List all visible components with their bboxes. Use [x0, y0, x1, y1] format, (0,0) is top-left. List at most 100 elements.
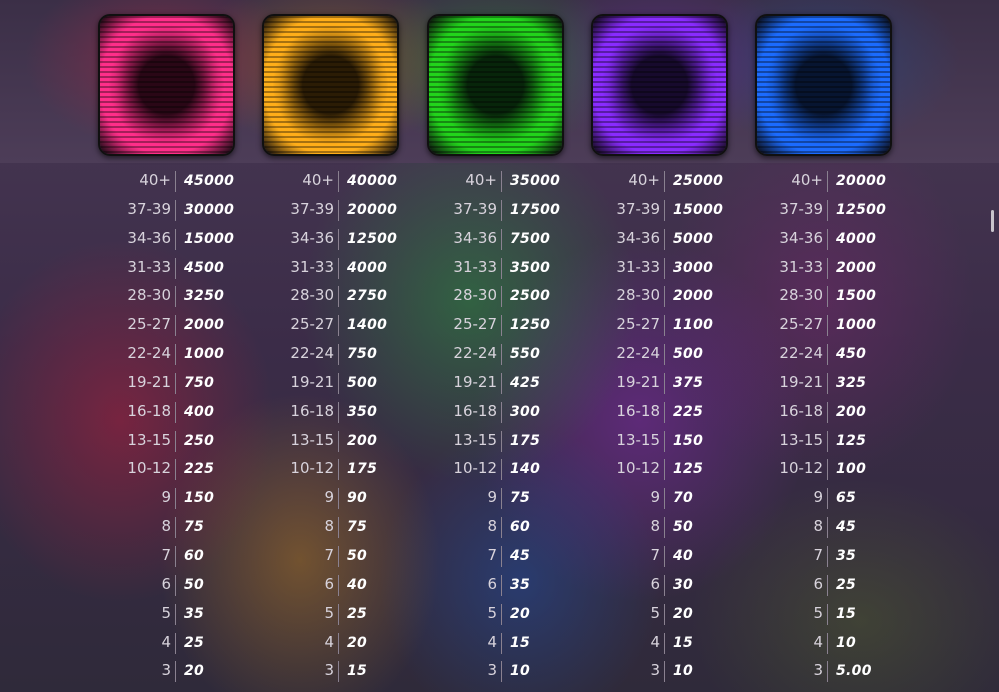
- paytable-row: 31-33 2000: [779, 255, 929, 284]
- column-divider: [827, 430, 828, 452]
- column-divider: [664, 430, 665, 452]
- paytable-row: 5 20: [463, 601, 603, 630]
- cluster-size-label: 7: [161, 545, 171, 564]
- paytable-row: 37-39 15000: [616, 197, 766, 226]
- payout-value: 60: [184, 547, 205, 564]
- cluster-size-label: 22-24: [453, 344, 497, 363]
- paytable-row: 22-24 550: [453, 341, 603, 370]
- column-divider: [501, 661, 502, 683]
- cluster-size-label: 37-39: [290, 199, 334, 218]
- paytable-row: 25-27 1250: [453, 312, 603, 341]
- column-divider: [827, 199, 828, 221]
- column-divider: [338, 199, 339, 221]
- payout-value: 400: [184, 403, 215, 420]
- payout-value: 25000: [673, 173, 724, 189]
- payout-value: 175: [347, 461, 378, 478]
- column-divider: [338, 344, 339, 366]
- paytable-row: 34-36 15000: [127, 226, 277, 255]
- column-divider: [175, 517, 176, 539]
- payout-value: 500: [347, 374, 378, 391]
- column-divider: [501, 603, 502, 625]
- payout-value: 750: [347, 346, 378, 363]
- column-divider: [664, 488, 665, 510]
- payout-value: 75: [347, 519, 368, 536]
- column-divider: [664, 603, 665, 625]
- payout-value: 4000: [836, 230, 877, 247]
- cluster-size-label: 10-12: [616, 459, 660, 478]
- payout-value: 20: [510, 605, 531, 622]
- payout-value: 20: [347, 634, 368, 651]
- cluster-size-label: 34-36: [127, 228, 171, 247]
- paytable-row: 10-12 100: [779, 456, 929, 485]
- cluster-size-label: 19-21: [127, 372, 171, 391]
- paytable-row: 8 75: [137, 514, 277, 543]
- column-divider: [827, 574, 828, 596]
- column-divider: [338, 603, 339, 625]
- payout-value: 4000: [347, 259, 388, 276]
- paytable-row: 3 15: [300, 658, 440, 687]
- paytable-row: 7 40: [626, 543, 766, 572]
- paytable-row: 16-18 400: [127, 399, 277, 428]
- payout-value: 15000: [184, 230, 235, 247]
- payout-value: 2500: [510, 288, 551, 305]
- cluster-size-label: 7: [487, 545, 497, 564]
- column-divider: [664, 632, 665, 654]
- column-divider: [175, 661, 176, 683]
- payout-value: 125: [836, 432, 867, 449]
- paytable-row: 37-39 20000: [290, 197, 440, 226]
- cluster-size-label: 40+: [791, 171, 823, 189]
- payout-value: 30000: [184, 201, 235, 218]
- column-divider: [664, 315, 665, 337]
- paytable-row: 9 150: [137, 485, 277, 514]
- cluster-size-label: 6: [650, 574, 660, 593]
- paytable-row: 19-21 425: [453, 370, 603, 399]
- column-divider: [338, 401, 339, 423]
- paytable-row: 31-33 4500: [127, 255, 277, 284]
- payout-value: 150: [184, 490, 215, 507]
- column-divider: [827, 488, 828, 510]
- payout-value: 75: [510, 490, 531, 507]
- cluster-size-label: 34-36: [453, 228, 497, 247]
- column-divider: [501, 430, 502, 452]
- cluster-size-label: 16-18: [453, 401, 497, 420]
- payout-value: 12500: [836, 201, 887, 218]
- cluster-size-label: 16-18: [127, 401, 171, 420]
- payout-value: 2000: [673, 288, 714, 305]
- cluster-size-label: 5: [324, 603, 334, 622]
- payout-value: 200: [836, 403, 867, 420]
- paytable-row: 3 10: [626, 658, 766, 687]
- paytable-row: 4 20: [300, 630, 440, 659]
- column-divider: [175, 199, 176, 221]
- cluster-size-label: 4: [650, 632, 660, 651]
- paytable-row: 31-33 3500: [453, 255, 603, 284]
- cluster-size-label: 25-27: [453, 315, 497, 334]
- column-divider: [664, 661, 665, 683]
- paytable-row: 22-24 750: [290, 341, 440, 370]
- payout-value: 1000: [836, 317, 877, 334]
- payout-value: 12500: [347, 230, 398, 247]
- paytable-row: 5 35: [137, 601, 277, 630]
- scrollbar-thumb[interactable]: [991, 210, 994, 232]
- paytable-row: 8 75: [300, 514, 440, 543]
- payout-value: 2000: [184, 317, 225, 334]
- paytable-row: 4 25: [137, 630, 277, 659]
- paytable-row: 9 70: [626, 485, 766, 514]
- column-divider: [501, 199, 502, 221]
- cluster-size-label: 8: [161, 517, 171, 536]
- cluster-size-label: 4: [813, 632, 823, 651]
- column-divider: [175, 574, 176, 596]
- paytable-row: 16-18 300: [453, 399, 603, 428]
- paytable-row: 28-30 2750: [290, 283, 440, 312]
- paytable-row: 19-21 750: [127, 370, 277, 399]
- column-divider: [501, 459, 502, 481]
- cluster-size-label: 34-36: [616, 228, 660, 247]
- paytable-row: 34-36 7500: [453, 226, 603, 255]
- cluster-size-label: 8: [813, 517, 823, 536]
- paytable-row: 6 35: [463, 572, 603, 601]
- cluster-size-label: 25-27: [616, 315, 660, 334]
- cluster-size-label: 34-36: [779, 228, 823, 247]
- column-divider: [827, 459, 828, 481]
- paytable-column-orange: 40+ 40000 37-39 20000 34-36 12500 31-33 4000 28-…: [290, 168, 440, 687]
- column-divider: [827, 344, 828, 366]
- paytable-row: 40+ 35000: [463, 168, 603, 197]
